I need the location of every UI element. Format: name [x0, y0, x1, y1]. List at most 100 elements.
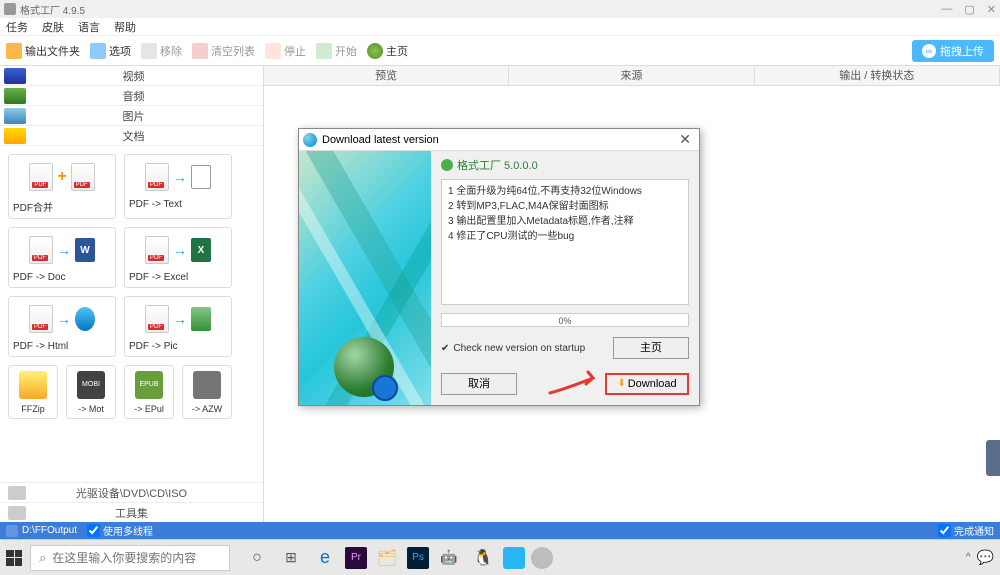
remove-button[interactable]: 移除 [141, 43, 182, 59]
pdf-merge-item[interactable]: + PDF合并 [8, 154, 116, 219]
check-startup-checkbox[interactable]: ✔Check new version on startup [441, 343, 585, 354]
menu-language[interactable]: 语言 [78, 19, 100, 35]
explorer-icon[interactable]: 🗂 [373, 544, 401, 572]
category-video[interactable]: 视频 [0, 66, 263, 86]
word-icon: W [75, 238, 95, 262]
col-preview: 预览 [264, 66, 509, 85]
pdf-icon [145, 163, 169, 191]
taskview-icon[interactable]: ⊞ [277, 544, 305, 572]
photoshop-icon[interactable]: Ps [407, 547, 429, 569]
pdf-to-doc-item[interactable]: →W PDF -> Doc [8, 227, 116, 288]
upload-button[interactable]: ∞拖拽上传 [912, 40, 994, 62]
dialog-cancel-button[interactable]: 取消 [441, 373, 517, 395]
search-box[interactable]: ⌕ [30, 545, 230, 571]
arrow-icon: → [173, 242, 187, 258]
start-button[interactable] [6, 550, 22, 566]
premiere-icon[interactable]: Pr [345, 547, 367, 569]
notification-icon[interactable]: 💬 [977, 549, 994, 566]
pdf-icon [145, 236, 169, 264]
check-icon [441, 159, 453, 171]
category-audio[interactable]: 音频 [0, 86, 263, 106]
search-input[interactable] [52, 551, 221, 565]
menu-skin[interactable]: 皮肤 [42, 19, 64, 35]
category-document[interactable]: 文档 [0, 126, 263, 146]
search-icon: ⌕ [39, 550, 46, 566]
pdf-to-text-item[interactable]: → PDF -> Text [124, 154, 232, 219]
home-button[interactable]: 主页 [367, 43, 408, 59]
multithread-checkbox[interactable]: 使用多线程 [87, 523, 153, 538]
arrow-icon: → [173, 311, 187, 327]
optical-drive-section[interactable]: 光驱设备\DVD\CD\ISO [0, 482, 263, 502]
tray-chevron-icon[interactable]: ^ [966, 552, 971, 563]
text-icon [191, 165, 211, 189]
audio-icon [4, 88, 26, 104]
col-source: 来源 [509, 66, 754, 85]
toolset-section[interactable]: 工具集 [0, 502, 263, 522]
pdf-icon [29, 305, 53, 333]
dialog-close-button[interactable]: ✕ [675, 131, 695, 148]
image-icon [4, 108, 26, 124]
pdf-to-pic-item[interactable]: → PDF -> Pic [124, 296, 232, 357]
gear-icon [90, 43, 106, 59]
app-title: 格式工厂 4.9.5 [20, 2, 85, 17]
edge-icon[interactable]: e [311, 544, 339, 572]
toolbar: 输出文件夹 选项 移除 清空列表 停止 开始 主页 ∞拖拽上传 [0, 36, 1000, 66]
sidebar: 视频 音频 图片 文档 + PDF合并 → PDF -> Text →W PDF… [0, 66, 264, 522]
output-folder-button[interactable]: 输出文件夹 [6, 43, 80, 59]
maximize-button[interactable]: ▢ [964, 3, 974, 16]
app-icon-2[interactable] [531, 547, 553, 569]
download-arrow-icon: ⬇ [617, 374, 625, 394]
folder-icon[interactable] [6, 525, 18, 537]
window-controls: — ▢ ✕ [941, 3, 996, 16]
download-dialog: Download latest version ✕ 格式工厂 5.0.0.0 1… [298, 128, 700, 406]
video-icon [4, 68, 26, 84]
release-notes: 1 全面升级为纯64位,不再支持32位Windows 2 转到MP3,FLAC,… [441, 179, 689, 305]
start-button[interactable]: 开始 [316, 43, 357, 59]
menu-task[interactable]: 任务 [6, 19, 28, 35]
statusbar: D:\FFOutput 使用多线程 完成通知 [0, 522, 1000, 539]
minimize-button[interactable]: — [941, 3, 952, 16]
cortana-icon[interactable]: ○ [243, 544, 271, 572]
options-button[interactable]: 选项 [90, 43, 131, 59]
play-icon [316, 43, 332, 59]
azw-item[interactable]: -> AZW [182, 365, 232, 419]
category-image[interactable]: 图片 [0, 106, 263, 126]
picture-icon [191, 307, 211, 331]
arrow-icon: → [57, 311, 71, 327]
earth-download-icon [334, 337, 394, 397]
azw-icon [193, 371, 221, 399]
arrow-icon: → [57, 242, 71, 258]
clear-icon [192, 43, 208, 59]
done-notify[interactable]: 完成通知 [938, 523, 994, 538]
epub-item[interactable]: EPUB -> EPul [124, 365, 174, 419]
globe-icon [303, 133, 317, 147]
close-button[interactable]: ✕ [987, 3, 996, 16]
pdf-icon [29, 163, 53, 191]
app-icon-1[interactable] [503, 547, 525, 569]
dialog-titlebar: Download latest version ✕ [299, 129, 699, 151]
document-icon [4, 128, 26, 144]
content-header: 预览 来源 输出 / 转换状态 [264, 66, 1000, 86]
dialog-download-button[interactable]: ⬇Download [605, 373, 689, 395]
menu-help[interactable]: 帮助 [114, 19, 136, 35]
clear-list-button[interactable]: 清空列表 [192, 43, 255, 59]
output-path[interactable]: D:\FFOutput [22, 525, 77, 536]
android-icon[interactable]: 🤖 [435, 544, 463, 572]
version-label: 格式工厂 5.0.0.0 [441, 157, 689, 173]
pdf-icon [145, 305, 169, 333]
arrow-icon: → [173, 169, 187, 185]
mobi-item[interactable]: MOBI -> Mot [66, 365, 116, 419]
col-status: 输出 / 转换状态 [755, 66, 1000, 85]
disc-icon [8, 486, 26, 500]
ffzip-item[interactable]: FFZip [8, 365, 58, 419]
home-icon [367, 43, 383, 59]
edge-tab[interactable] [986, 440, 1000, 476]
app-icon [4, 3, 16, 15]
stop-button[interactable]: 停止 [265, 43, 306, 59]
pdf-to-html-item[interactable]: → PDF -> Html [8, 296, 116, 357]
qq-icon[interactable]: 🐧 [469, 544, 497, 572]
dialog-graphic [299, 151, 431, 405]
pdf-to-excel-item[interactable]: →X PDF -> Excel [124, 227, 232, 288]
dialog-home-button[interactable]: 主页 [613, 337, 689, 359]
plus-icon: + [57, 168, 66, 186]
